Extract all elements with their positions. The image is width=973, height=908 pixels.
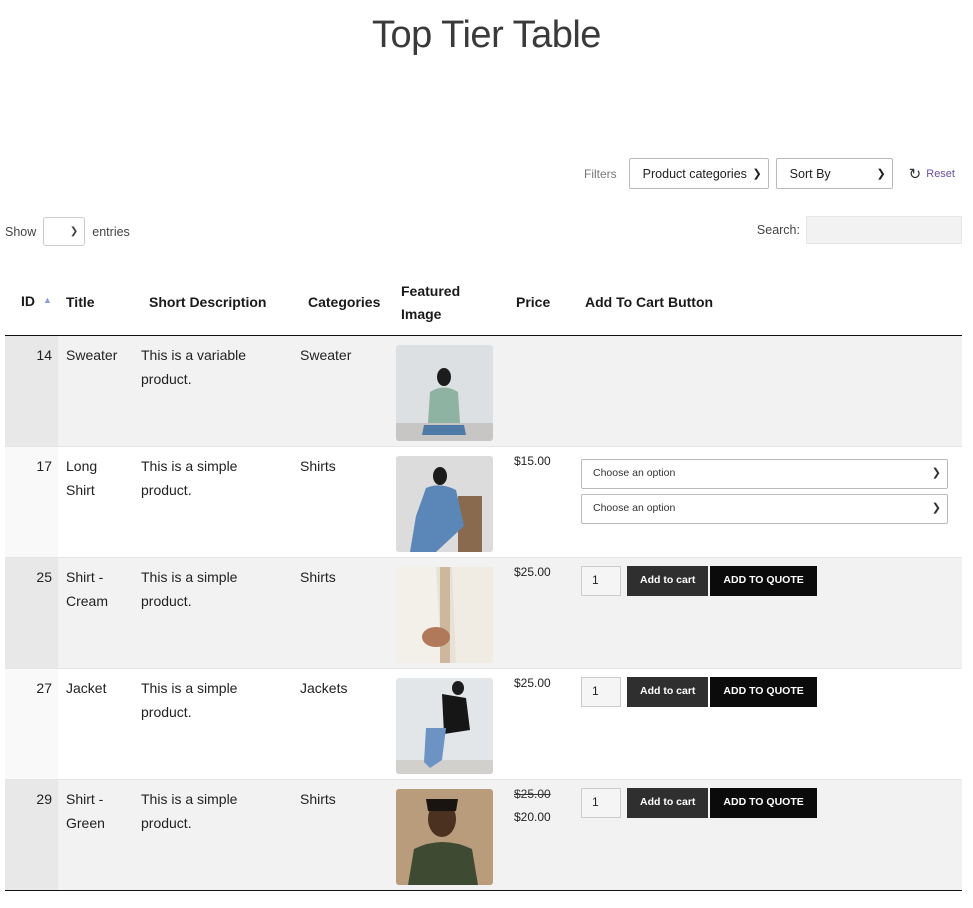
quantity-input[interactable]: 1 bbox=[581, 566, 621, 596]
variation-select-1[interactable]: Choose an option ❯ bbox=[581, 459, 948, 489]
cell-title[interactable]: Jacket bbox=[58, 668, 133, 780]
entries-label: entries bbox=[92, 224, 130, 239]
variation-select-2[interactable]: Choose an option ❯ bbox=[581, 494, 948, 524]
search-label: Search: bbox=[756, 223, 800, 237]
column-header-price[interactable]: Price bbox=[506, 270, 577, 336]
cell-category[interactable]: Shirts bbox=[292, 446, 391, 558]
page-title: Top Tier Table bbox=[372, 14, 601, 56]
chevron-down-icon: ❯ bbox=[69, 226, 79, 237]
quantity-input[interactable]: 1 bbox=[581, 677, 621, 707]
table-row: 29 Shirt - Green This is a simple produc… bbox=[5, 779, 962, 891]
add-to-quote-button[interactable]: ADD TO QUOTE bbox=[710, 677, 817, 707]
cell-price: $25.00 bbox=[506, 557, 577, 669]
cell-cart-empty bbox=[577, 335, 962, 447]
reset-button[interactable]: ↻ Reset bbox=[909, 165, 955, 183]
product-image-sweater[interactable] bbox=[396, 345, 493, 441]
column-header-featured-image[interactable]: Featured Image bbox=[391, 270, 506, 336]
column-header-short-description[interactable]: Short Description bbox=[133, 270, 292, 336]
add-to-cart-button[interactable]: Add to cart bbox=[627, 788, 709, 818]
chevron-down-icon: ❯ bbox=[931, 467, 941, 480]
add-to-quote-button[interactable]: ADD TO QUOTE bbox=[710, 788, 817, 818]
reset-icon: ↻ bbox=[908, 165, 922, 183]
table-row: 14 Sweater This is a variable product. S… bbox=[5, 335, 962, 447]
chevron-down-icon: ❯ bbox=[752, 168, 762, 180]
cell-description: This is a simple product. bbox=[133, 779, 292, 891]
cell-price: $25.00 $20.00 bbox=[506, 779, 577, 891]
add-to-quote-button[interactable]: ADD TO QUOTE bbox=[710, 566, 817, 596]
table-row: 25 Shirt - Cream This is a simple produc… bbox=[5, 557, 962, 669]
cell-category[interactable]: Sweater bbox=[292, 335, 391, 447]
entries-length-control: Show ❯ entries bbox=[5, 217, 130, 246]
sort-ascending-icon: ▲ bbox=[43, 295, 52, 305]
table-search: Search: bbox=[757, 216, 962, 244]
entries-select[interactable]: ❯ bbox=[43, 217, 86, 246]
products-table: ID ▲ Title Short Description Categories F… bbox=[5, 270, 962, 891]
cell-title[interactable]: Shirt - Cream bbox=[58, 557, 133, 669]
cell-id: 27 bbox=[5, 668, 58, 780]
cell-id: 14 bbox=[5, 335, 58, 447]
chevron-down-icon: ❯ bbox=[876, 168, 886, 180]
cell-description: This is a variable product. bbox=[133, 335, 292, 447]
show-label: Show bbox=[5, 224, 37, 239]
sort-by-value: Sort By bbox=[789, 166, 831, 181]
cell-category[interactable]: Jackets bbox=[292, 668, 391, 780]
add-to-cart-button[interactable]: Add to cart bbox=[627, 677, 709, 707]
cell-id: 25 bbox=[5, 557, 58, 669]
quantity-input[interactable]: 1 bbox=[581, 788, 621, 818]
cell-description: This is a simple product. bbox=[133, 668, 292, 780]
column-header-add-to-cart[interactable]: Add To Cart Button bbox=[577, 270, 962, 336]
cell-id: 17 bbox=[5, 446, 58, 558]
reset-label: Reset bbox=[926, 167, 955, 180]
cell-description: This is a simple product. bbox=[133, 557, 292, 669]
cell-title[interactable]: Long Shirt bbox=[58, 446, 133, 558]
sort-by-select[interactable]: Sort By ❯ bbox=[775, 158, 893, 189]
product-image-shirt-cream[interactable] bbox=[396, 567, 493, 663]
product-categories-select[interactable]: Product categories ❯ bbox=[628, 158, 769, 189]
table-row: 17 Long Shirt This is a simple product. … bbox=[5, 446, 962, 558]
table-row: 27 Jacket This is a simple product. Jack… bbox=[5, 668, 962, 780]
cell-price: $25.00 bbox=[506, 668, 577, 780]
table-header-row: ID ▲ Title Short Description Categories F… bbox=[5, 270, 962, 336]
column-header-title[interactable]: Title bbox=[58, 270, 133, 336]
filters-bar: Filters Product categories ❯ Sort By ❯ ↻… bbox=[584, 158, 955, 189]
product-categories-value: Product categories bbox=[642, 166, 747, 181]
add-to-cart-button[interactable]: Add to cart bbox=[627, 566, 709, 596]
product-image-long-shirt[interactable] bbox=[396, 456, 493, 552]
search-input[interactable] bbox=[806, 216, 962, 244]
cell-category[interactable]: Shirts bbox=[292, 779, 391, 891]
cell-id: 29 bbox=[5, 779, 58, 891]
chevron-down-icon: ❯ bbox=[931, 502, 941, 515]
product-image-shirt-green[interactable] bbox=[396, 789, 493, 885]
cell-title[interactable]: Shirt - Green bbox=[58, 779, 133, 891]
cell-title[interactable]: Sweater bbox=[58, 335, 133, 447]
cell-description: This is a simple product. bbox=[133, 446, 292, 558]
price-old: $25.00 bbox=[514, 787, 551, 801]
column-header-categories[interactable]: Categories bbox=[292, 270, 391, 336]
filters-label: Filters bbox=[584, 166, 617, 181]
cell-category[interactable]: Shirts bbox=[292, 557, 391, 669]
cell-price: $15.00 bbox=[506, 446, 577, 558]
price-sale: $20.00 bbox=[514, 810, 551, 824]
column-header-id[interactable]: ID ▲ bbox=[5, 270, 58, 336]
product-image-jacket[interactable] bbox=[396, 678, 493, 774]
